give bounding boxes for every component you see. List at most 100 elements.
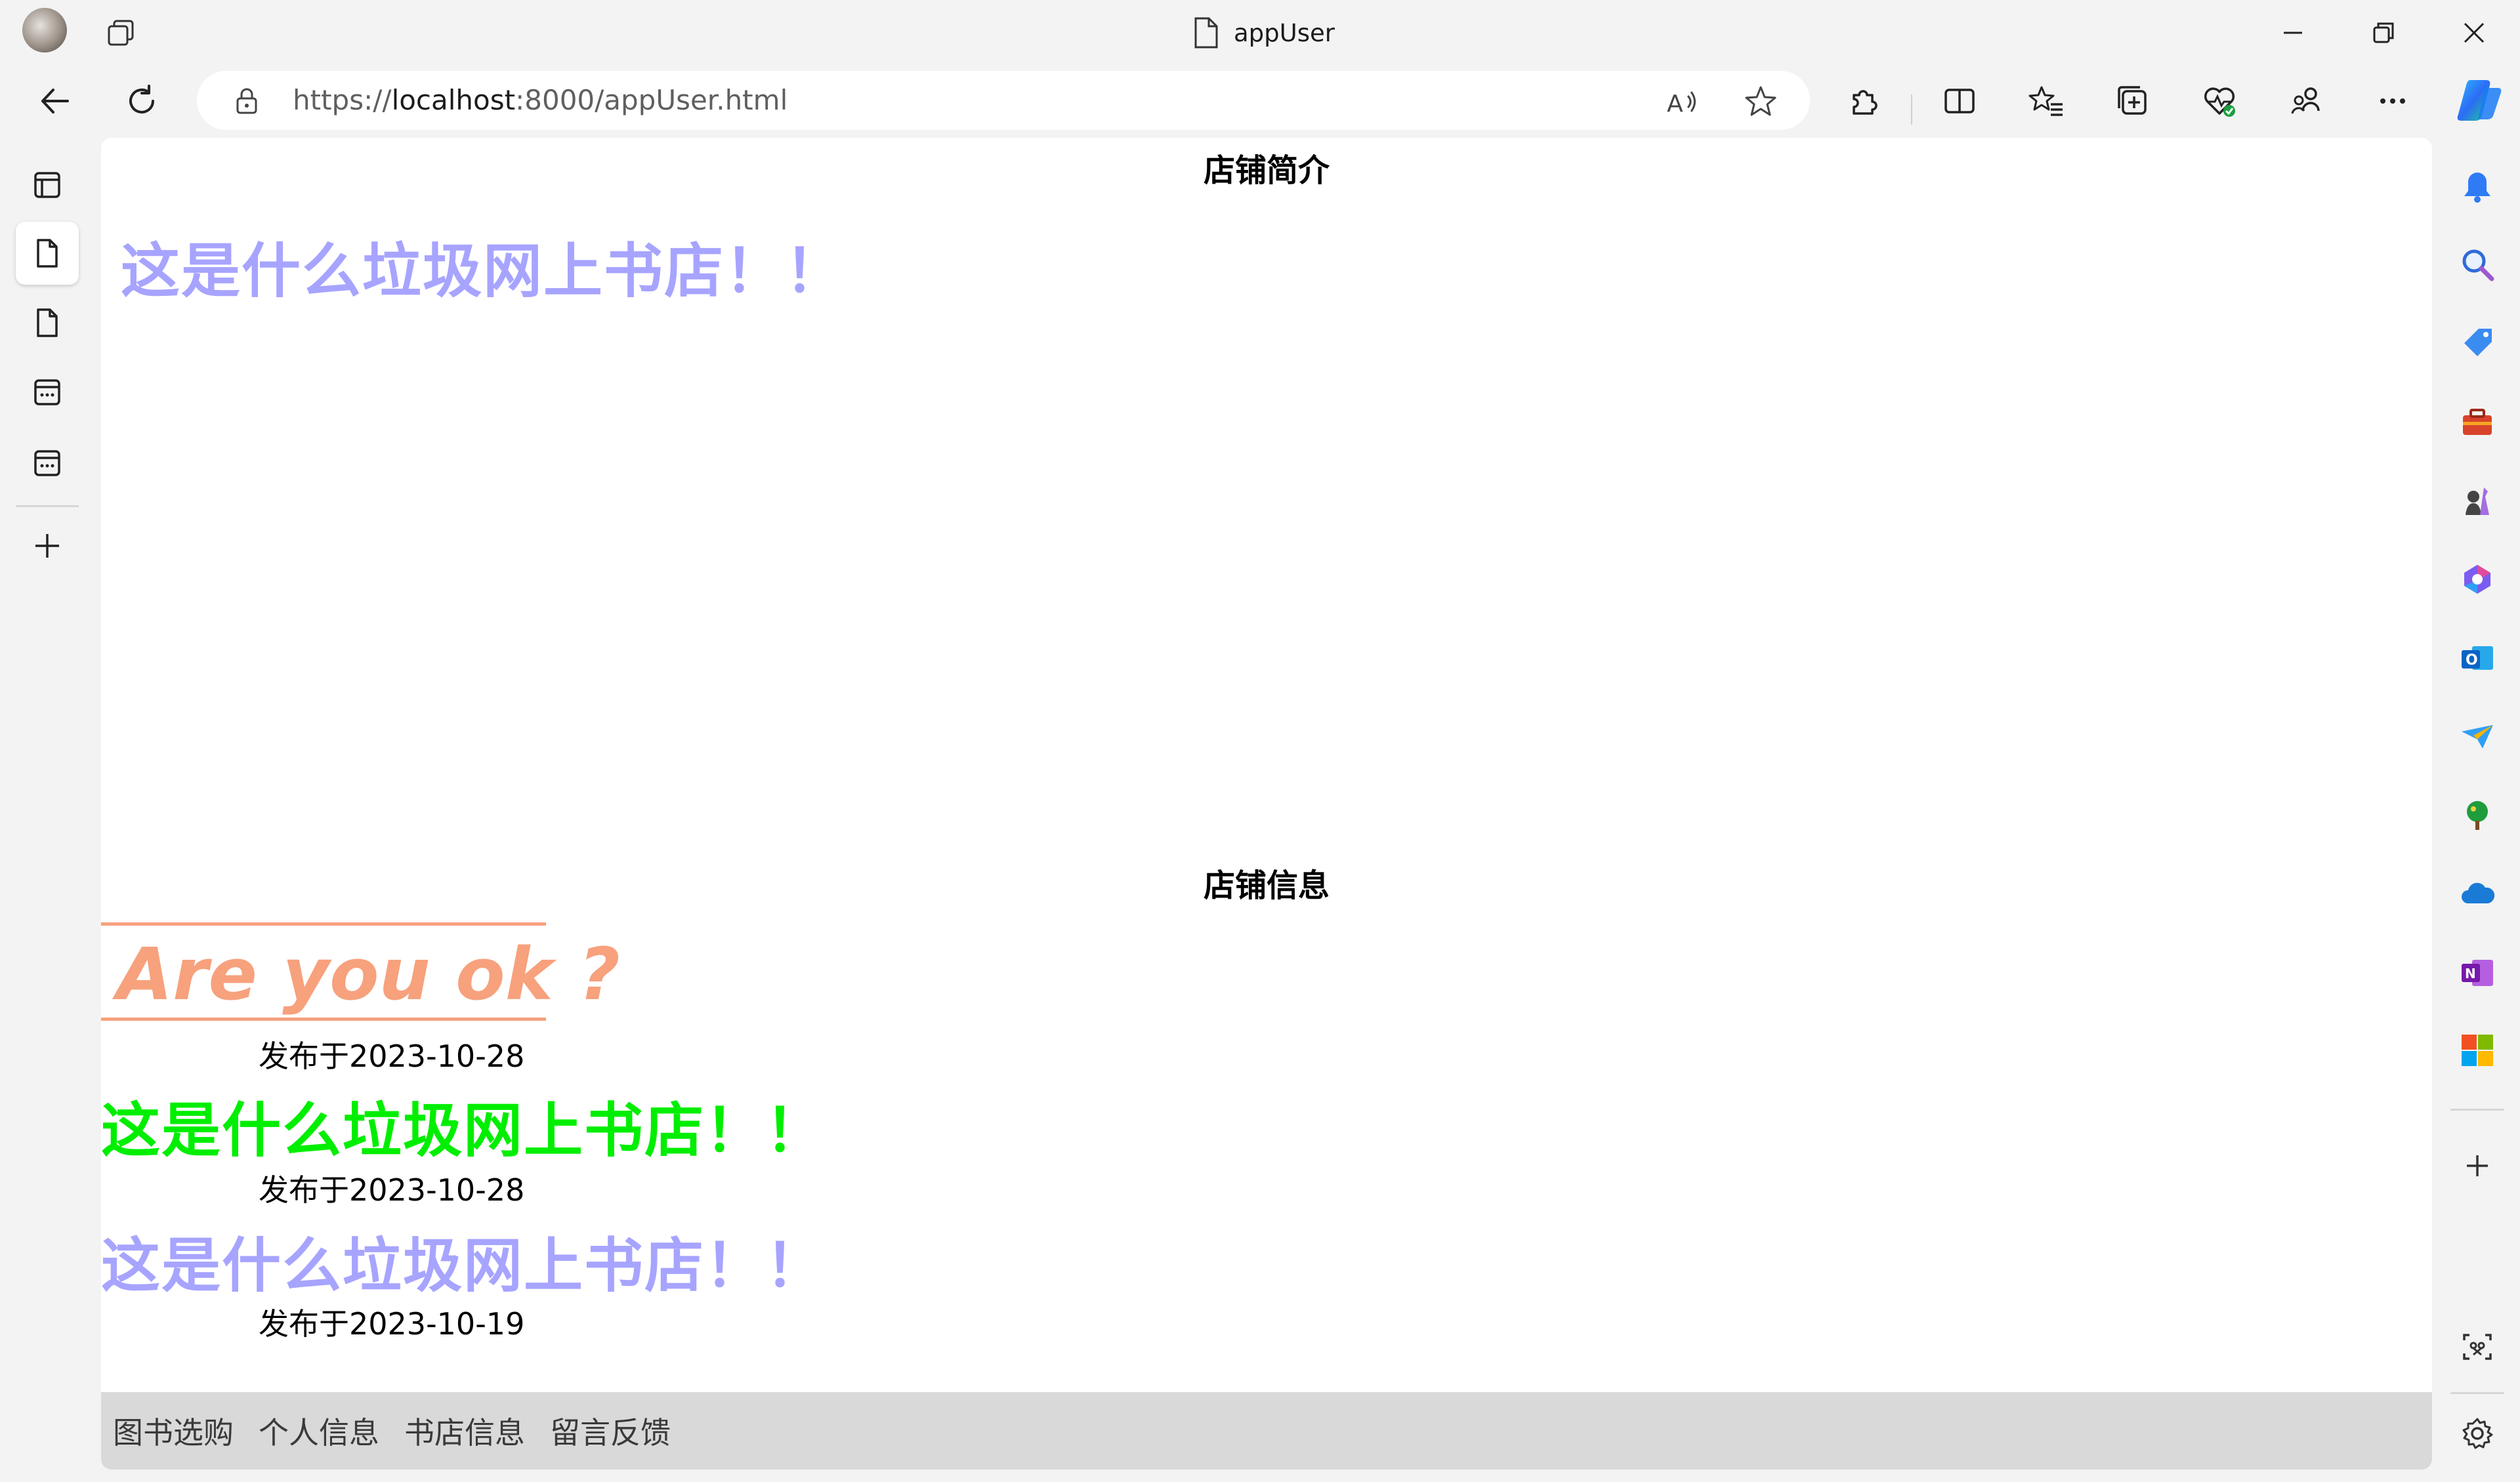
outlook-icon: O <box>2462 646 2493 670</box>
more-options-button[interactable] <box>2372 80 2414 122</box>
close-button[interactable] <box>2453 12 2495 54</box>
panel-icon <box>34 172 60 198</box>
tree-icon <box>2467 801 2488 830</box>
sidebar-onedrive[interactable] <box>2450 867 2504 921</box>
restore-button[interactable] <box>2362 12 2404 54</box>
extensions-button[interactable] <box>1843 80 1885 122</box>
sidebar-shopping[interactable] <box>2450 316 2504 370</box>
tab-page-4[interactable] <box>16 432 79 495</box>
people-icon <box>2291 87 2320 114</box>
sidebar-send[interactable] <box>2450 710 2504 764</box>
url-text[interactable]: https://localhost:8000/appUser.html <box>293 83 788 118</box>
plus-icon <box>2467 1155 2488 1176</box>
new-tab-button[interactable] <box>16 514 79 577</box>
bell-icon <box>2464 173 2490 203</box>
vertical-tabs-panel <box>0 138 98 1482</box>
page-icon <box>37 239 58 268</box>
favorite-star-icon[interactable] <box>1743 84 1778 119</box>
minimize-button[interactable] <box>2272 12 2314 54</box>
sidebar-tree[interactable] <box>2450 789 2504 842</box>
favorites-list-icon <box>2028 86 2063 116</box>
intro-heading: 店铺简介 <box>1203 152 1330 189</box>
intro-text: 这是什么垃圾网上书店！！ <box>121 237 845 306</box>
post-title: 这是什么垃圾网上书店！！ <box>101 1096 826 1165</box>
tab-appuser[interactable] <box>16 222 79 285</box>
svg-text:O: O <box>2466 652 2478 669</box>
browser-toolbar: https://localhost:8000/appUser.html A <box>0 64 2520 136</box>
windows-logo-icon <box>2462 1035 2493 1066</box>
profile-avatar[interactable] <box>22 8 67 52</box>
sidebar-divider <box>2450 1392 2504 1394</box>
read-aloud-icon[interactable]: A <box>1664 84 1700 119</box>
browser-window-icon <box>34 379 60 405</box>
tabs-divider <box>16 505 79 507</box>
send-plane-icon <box>2462 725 2493 749</box>
page-icon <box>37 308 58 337</box>
nav-personal-info[interactable]: 个人信息 <box>259 1409 379 1452</box>
onenote-icon: N <box>2462 960 2493 986</box>
sidebar-onenote[interactable]: N <box>2450 946 2504 1000</box>
address-bar[interactable]: https://localhost:8000/appUser.html A <box>197 71 1810 130</box>
profile-share-button[interactable] <box>2285 80 2327 122</box>
footer-nav: 图书选购 个人信息 书店信息 留言反馈 <box>101 1392 2432 1470</box>
sidebar-settings[interactable] <box>2450 1407 2504 1460</box>
svg-text:N: N <box>2465 966 2476 981</box>
post-title: 这是什么垃圾网上书店！！ <box>101 1231 826 1300</box>
featured-post-text: Are you ok ? <box>117 932 620 1016</box>
tab-panel-toggle[interactable] <box>16 154 79 216</box>
page-viewport: 店铺简介 这是什么垃圾网上书店！！ 店铺信息 Are you ok ? 发布于2… <box>101 138 2432 1470</box>
sidebar-add-button[interactable] <box>2450 1139 2504 1193</box>
split-screen-button[interactable] <box>1939 80 1981 122</box>
tab-actions-icon[interactable] <box>105 16 138 49</box>
featured-post-date: 发布于2023-10-28 <box>259 1039 525 1074</box>
sidebar-divider <box>2450 1109 2504 1111</box>
tab-page-3[interactable] <box>16 361 79 424</box>
window-title-text: appUser <box>1234 18 1335 47</box>
title-bar: appUser <box>0 0 2520 64</box>
puzzle-icon <box>1853 90 1878 115</box>
featured-post: Are you ok ? <box>101 922 620 1021</box>
nav-feedback[interactable]: 留言反馈 <box>550 1409 671 1452</box>
window-title: appUser <box>1192 14 1335 51</box>
browser-essentials-button[interactable] <box>2198 80 2240 122</box>
copilot-button[interactable] <box>2452 73 2506 127</box>
m365-icon <box>2464 565 2490 594</box>
sidebar-outlook[interactable]: O <box>2450 631 2504 685</box>
split-screen-icon <box>1944 89 1975 113</box>
favorites-button[interactable] <box>2025 80 2067 122</box>
sidebar-search[interactable] <box>2450 237 2504 291</box>
back-arrow-icon <box>41 89 69 113</box>
tag-icon <box>2464 329 2492 356</box>
more-dots-icon <box>2380 98 2405 104</box>
search-icon <box>2462 249 2494 281</box>
post-date: 发布于2023-10-28 <box>259 1172 525 1208</box>
info-heading: 店铺信息 <box>1203 867 1330 904</box>
svg-text:A: A <box>1667 91 1683 117</box>
heart-pulse-icon <box>2204 87 2235 117</box>
tab-page-2[interactable] <box>16 291 79 354</box>
sidebar-microsoft365[interactable] <box>2450 552 2504 606</box>
lock-icon[interactable] <box>231 85 262 117</box>
post-date: 发布于2023-10-19 <box>259 1306 525 1342</box>
page-icon <box>1194 17 1218 49</box>
screenshot-button[interactable] <box>2450 1320 2504 1374</box>
collections-icon <box>2118 86 2147 115</box>
copilot-icon <box>2457 80 2502 121</box>
refresh-button[interactable] <box>121 80 163 122</box>
sidebar-games[interactable] <box>2450 474 2504 527</box>
sidebar-microsoft-store[interactable] <box>2450 1023 2504 1077</box>
plus-icon <box>35 534 59 558</box>
back-button[interactable] <box>34 80 76 122</box>
edge-sidebar: O N <box>2435 138 2520 1482</box>
refresh-icon <box>129 85 154 113</box>
screenshot-icon <box>2463 1334 2492 1360</box>
nav-book-shopping[interactable]: 图书选购 <box>113 1409 234 1452</box>
sidebar-notifications[interactable] <box>2450 160 2504 214</box>
collections-button[interactable] <box>2112 80 2154 122</box>
sidebar-tools[interactable] <box>2450 395 2504 449</box>
toolbox-icon <box>2463 409 2492 435</box>
gear-icon <box>2462 1418 2493 1449</box>
chess-icon <box>2466 487 2489 515</box>
browser-window-icon <box>34 450 60 476</box>
nav-store-info[interactable]: 书店信息 <box>404 1409 525 1452</box>
